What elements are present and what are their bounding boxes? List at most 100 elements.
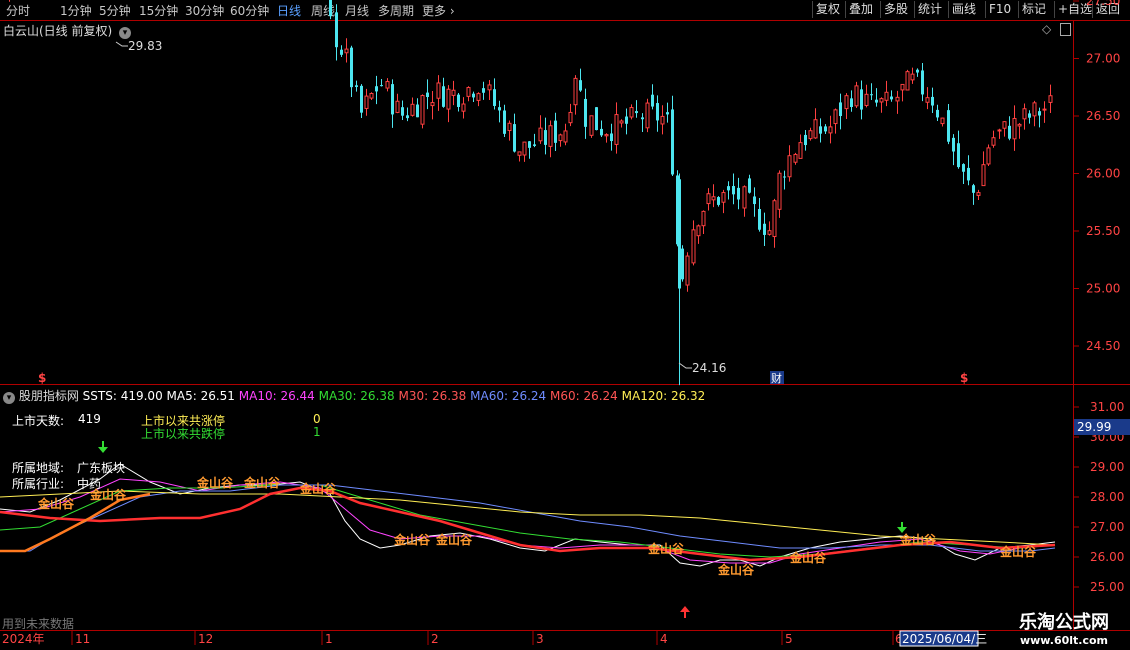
candle-body [916,69,919,73]
valley-label: 金山谷 [435,532,473,547]
finance-marker[interactable]: 财 [771,371,782,385]
candle-body [522,141,527,156]
price-tick-label: 26.50 [1086,109,1120,123]
candle-body [442,86,445,107]
listing-days-label: 上市天数: [12,414,65,428]
candle-body [763,223,766,235]
industry-value: 中药 [77,477,102,491]
red-up-arrow-icon [680,606,690,618]
candle-body [900,83,905,91]
candle-body [436,82,441,99]
indicator-lines [0,463,1056,567]
window-toggle-icon[interactable] [1060,23,1071,36]
candle-body [544,130,547,145]
candle-body [758,209,761,230]
candle-body [584,98,587,127]
candle-body [972,185,975,193]
candle-body [395,100,400,113]
candle-body [533,144,536,146]
candle-body [727,186,730,191]
candle-body [952,137,955,152]
candle-body [879,98,884,103]
candle-body [798,142,803,159]
valley-label: 金山谷 [393,532,431,547]
chevron-down-icon[interactable]: ▾ [119,27,132,39]
candle-body [967,167,970,181]
candle-body [931,96,934,106]
legend-item: MA10: 26.44 [234,389,315,403]
indicator-name[interactable]: 股朋指标网 [19,389,79,403]
candle-body [507,122,512,132]
candle-body [742,186,747,209]
candle-body [340,49,343,55]
price-badge: 29.99 [1077,420,1111,434]
chevron-down-icon[interactable]: ▾ [3,392,15,404]
candle-body [558,134,563,142]
candle-body [981,164,986,187]
candle-body [681,248,684,280]
candle-body [1008,125,1011,139]
indicator-legend: ▾ 股朋指标网 SSTS: 419.00 MA5: 26.51 MA10: 26… [3,387,705,404]
candle-body [554,120,557,143]
indicator-tick-label: 28.00 [1090,490,1124,504]
candle-body [793,153,798,163]
candle-body [329,0,332,17]
candle-body [721,192,726,203]
candle-body [767,230,772,235]
candle-body [1022,108,1027,120]
legend-item: MA120: 26.32 [617,389,706,403]
candle-body [344,48,349,54]
time-axis: 2024年 11 12 1 2 3 4 5 6 2025/06/04/三 [2,630,987,647]
candle-body [921,70,924,95]
time-label: 11 [75,632,90,646]
candle-body [777,172,782,210]
candle-body [1028,113,1031,118]
candle-body [641,117,644,120]
candle-body [1048,95,1053,103]
industry-label: 所属行业: [12,477,65,491]
dividend-marker[interactable]: $ [38,371,46,385]
low-callout-line [678,362,692,369]
stock-title: 白云山(日线 前复权) [3,24,113,38]
price-tick-label: 27.50 [1086,0,1120,8]
candle-body [360,85,363,113]
candle-body [410,103,415,116]
candle-body [375,86,378,92]
candle-body [369,93,374,99]
candle-body [651,94,654,107]
candle-body [563,130,568,143]
candle-body [828,126,833,134]
time-label: 1 [325,632,333,646]
candle-body [503,110,506,134]
limit-up-value: 0 [313,412,321,426]
candle-body [660,115,665,125]
valley-label: 金山谷 [243,475,281,490]
candle-body [517,151,522,156]
candle-body [364,95,369,109]
candle-body [691,229,696,264]
candle-body [350,47,353,88]
diamond-icon[interactable]: ◇ [1042,22,1051,36]
green-down-arrow-icon [98,441,108,453]
candle-body [947,110,950,142]
candle-body [808,130,813,140]
candle-body [997,129,1002,132]
dividend-marker[interactable]: $ [960,371,968,385]
candle-body [635,111,638,114]
legend-items: SSTS: 419.00 MA5: 26.51 MA10: 26.44 MA30… [83,389,706,403]
candle-body [976,192,981,196]
candle-body [426,92,429,98]
candle-body [528,141,531,148]
valley-label: 金山谷 [37,496,75,511]
indicator-tick-label: 31.00 [1090,400,1124,414]
price-tick-label: 24.50 [1086,339,1120,353]
candle-body [610,133,613,142]
candlestick-series [9,0,1053,386]
main-panel-title: 白云山(日线 前复权) ▾ [3,22,132,39]
time-label: 3 [536,632,544,646]
indicator-tick-label: 25.00 [1090,580,1124,594]
candle-body [416,104,419,118]
candle-body [854,85,859,107]
candle-body [457,94,460,107]
candle-body [666,112,669,115]
